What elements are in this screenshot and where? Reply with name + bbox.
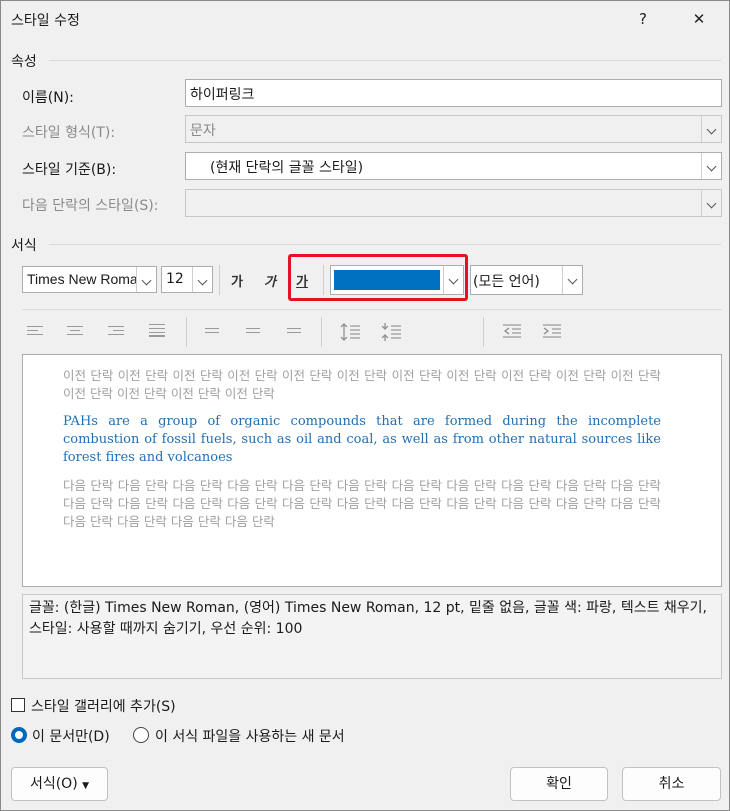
increase-indent-icon[interactable] [541, 323, 561, 341]
preview-pane: 이전 단락 이전 단락 이전 단락 이전 단락 이전 단락 이전 단락 이전 단… [22, 354, 722, 587]
ok-button[interactable]: 확인 [510, 767, 608, 801]
language-value: (모든 언어) [473, 274, 540, 290]
formatting-heading: 서식 [11, 238, 37, 254]
name-label: 이름(N): [22, 90, 74, 106]
align-right-icon[interactable] [108, 326, 126, 340]
format-button-label: 서식(O) [29, 776, 78, 792]
add-to-gallery-label: 스타일 갤러리에 추가(S) [31, 699, 176, 715]
style-type-select[interactable]: 문자 [185, 115, 722, 143]
style-description: 글꼴: (한글) Times New Roman, (영어) Times New… [22, 594, 722, 679]
language-select[interactable]: (모든 언어) [470, 265, 583, 295]
font-color-swatch [334, 270, 440, 290]
close-icon: ✕ [692, 10, 706, 28]
new-documents-label: 이 서식 파일을 사용하는 새 문서 [155, 729, 345, 745]
toolbar-divider [22, 309, 722, 310]
toolbar-divider [186, 317, 187, 347]
formatting-divider [49, 244, 721, 245]
increase-spacing-icon[interactable] [340, 322, 360, 342]
toolbar-divider [219, 265, 220, 295]
properties-heading: 속성 [11, 54, 37, 70]
this-document-radio[interactable] [11, 727, 27, 743]
align-left-icon[interactable] [27, 326, 45, 340]
chevron-down-icon [701, 190, 721, 216]
bold-button[interactable]: 가 [229, 271, 245, 290]
add-to-gallery-checkbox[interactable] [11, 698, 25, 712]
format-button[interactable]: 서식(O) ▼ [11, 767, 108, 801]
previous-paragraph-text: 이전 단락 이전 단락 이전 단락 이전 단락 이전 단락 이전 단락 이전 단… [63, 368, 661, 401]
help-button[interactable]: ? [628, 7, 658, 31]
modify-style-dialog: 스타일 수정 ? ✕ 속성 이름(N): 하이퍼링크 스타일 형식(T): 문자… [0, 0, 730, 811]
sample-text: PAHs are a group of organic compounds th… [63, 414, 661, 465]
font-name-select[interactable]: Times New Roman [22, 266, 157, 293]
chevron-down-icon [443, 266, 463, 294]
font-name-value: Times New Roman [27, 271, 146, 287]
name-input[interactable]: 하이퍼링크 [185, 79, 722, 107]
chevron-down-icon [701, 116, 721, 142]
toolbar-divider [321, 317, 322, 347]
next-style-select[interactable] [185, 189, 722, 217]
decrease-spacing-icon[interactable] [381, 322, 401, 342]
name-value: 하이퍼링크 [190, 87, 255, 103]
decrease-indent-icon[interactable] [501, 323, 521, 341]
cancel-button[interactable]: 취소 [622, 767, 721, 801]
based-on-select[interactable]: (현재 단락의 글꼴 스타일) [185, 152, 722, 180]
based-on-value: (현재 단락의 글꼴 스타일) [210, 160, 364, 176]
double-spacing-icon[interactable] [287, 328, 305, 342]
chevron-down-icon [701, 153, 721, 179]
style-type-value: 문자 [190, 123, 216, 139]
based-on-label: 스타일 기준(B): [22, 162, 117, 178]
dialog-title: 스타일 수정 [11, 13, 80, 29]
toolbar-divider [483, 317, 484, 347]
toolbar-divider [323, 265, 324, 295]
next-style-label: 다음 단락의 스타일(S): [22, 198, 159, 214]
caret-down-icon: ▼ [82, 781, 90, 791]
align-center-icon[interactable] [67, 326, 85, 340]
one-half-spacing-icon[interactable] [246, 328, 264, 342]
chevron-down-icon [192, 267, 212, 292]
style-type-label: 스타일 형식(T): [22, 125, 116, 141]
this-document-label: 이 문서만(D) [32, 729, 110, 745]
next-paragraph-text: 다음 단락 다음 단락 다음 단락 다음 단락 다음 단락 다음 단락 다음 단… [63, 478, 661, 529]
italic-button[interactable]: 가 [262, 271, 278, 290]
single-spacing-icon[interactable] [205, 328, 223, 342]
font-color-select[interactable] [330, 265, 464, 295]
font-size-select[interactable]: 12 [161, 266, 213, 293]
properties-divider [49, 60, 721, 61]
chevron-down-icon [136, 267, 156, 292]
font-size-value: 12 [166, 271, 184, 287]
underline-button[interactable]: 가 [293, 271, 311, 290]
close-button[interactable]: ✕ [684, 7, 714, 31]
new-documents-radio[interactable] [133, 727, 149, 743]
justify-icon[interactable] [149, 324, 167, 338]
chevron-down-icon [562, 266, 582, 294]
